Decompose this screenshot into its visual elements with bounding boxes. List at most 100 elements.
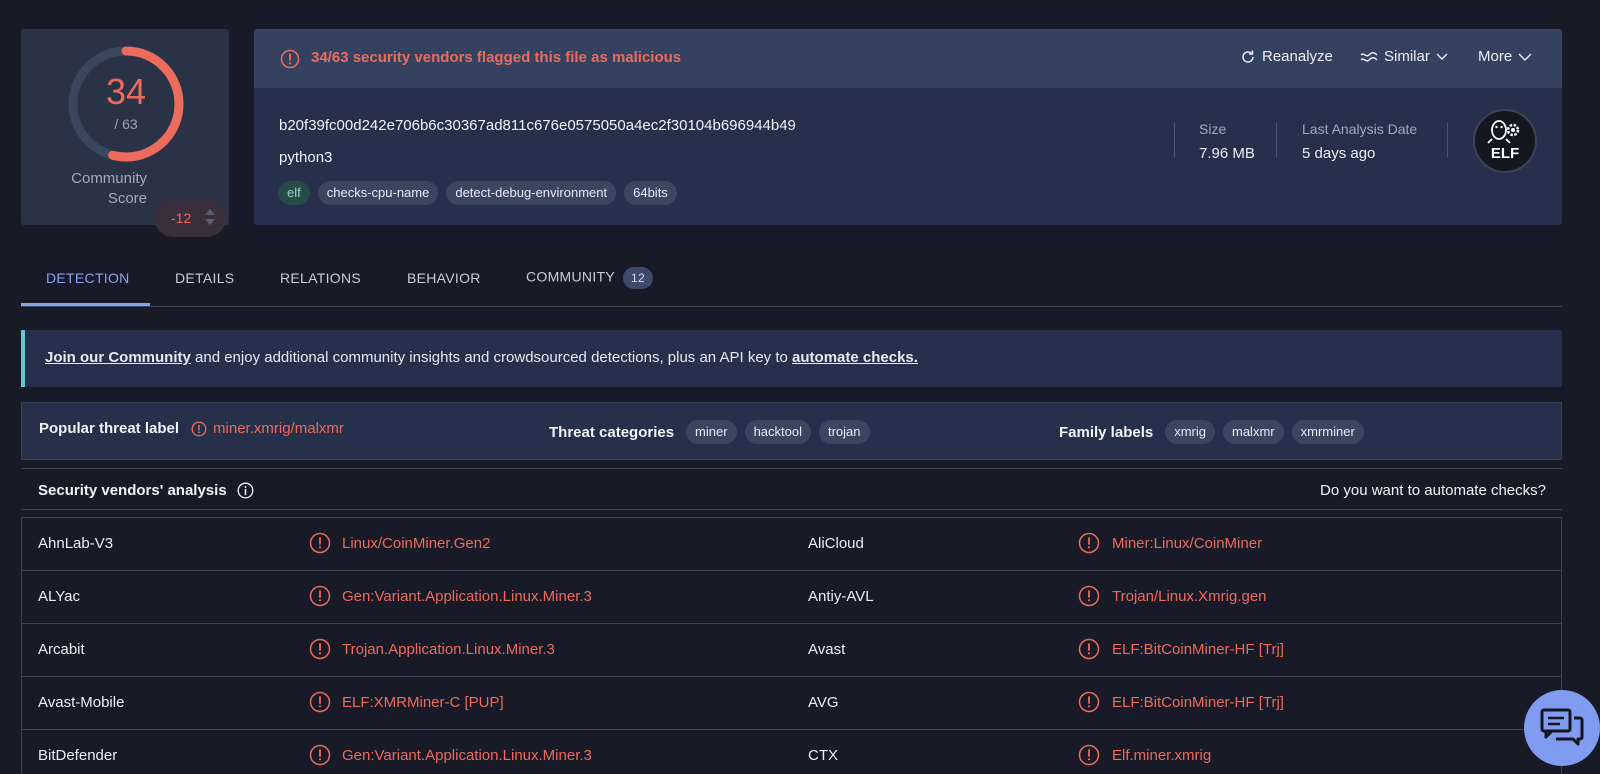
family-labels: Family labels xmrig malxmr xmrminer: [1059, 420, 1364, 444]
detection-result: Gen:Variant.Application.Linux.Miner.3: [342, 747, 592, 764]
vendor-name: AVG: [808, 694, 839, 711]
divider: [1447, 123, 1448, 157]
alert-icon: [1078, 532, 1100, 554]
linux-penguin-icon: ELF: [1487, 120, 1520, 162]
size-value: 7.96 MB: [1199, 145, 1255, 162]
last-analysis-value: 5 days ago: [1302, 145, 1376, 162]
alert-icon: [1078, 744, 1100, 766]
alert-icon: [309, 532, 331, 554]
alert-icon: [1078, 638, 1100, 660]
vendor-name: BitDefender: [38, 747, 118, 764]
alert-icon: [309, 744, 331, 766]
table-row: ALYac Gen:Variant.Application.Linux.Miner…: [22, 571, 1561, 624]
alert-icon: [1078, 585, 1100, 607]
vendor-name: Antiy-AVL: [808, 588, 874, 605]
main-tabs: DETECTION DETAILS RELATIONS BEHAVIOR COM…: [21, 253, 1562, 307]
tag-64bits[interactable]: 64bits: [624, 181, 677, 205]
vendors-analysis-header: Security vendors' analysis Do you want t…: [21, 468, 1562, 510]
info-icon[interactable]: [237, 482, 254, 499]
vendors-analysis-title: Security vendors' analysis: [38, 482, 227, 499]
family-chip[interactable]: xmrig: [1165, 420, 1215, 444]
table-row: BitDefender Gen:Variant.Application.Linux…: [22, 730, 1561, 774]
community-score-value[interactable]: -12: [154, 199, 226, 237]
alert-icon: [191, 421, 207, 436]
detection-result: Elf.miner.xmrig: [1112, 747, 1212, 764]
popular-threat-value: miner.xmrig/malxmr: [213, 420, 344, 437]
file-tags: elf checks-cpu-name detect-debug-environ…: [278, 181, 677, 205]
tab-relations[interactable]: RELATIONS: [280, 270, 361, 286]
vendor-name: AhnLab-V3: [38, 535, 114, 552]
reanalyze-button[interactable]: Reanalyze: [1240, 48, 1333, 65]
threat-summary-bar: Popular threat label miner.xmrig/malxmr …: [21, 402, 1562, 460]
alert-icon: [280, 49, 300, 69]
last-analysis-label: Last Analysis Date: [1302, 121, 1418, 137]
join-community-link[interactable]: Join our Community: [45, 349, 191, 366]
chat-bubbles-icon: [1540, 708, 1584, 746]
file-name: python3: [279, 149, 333, 166]
vendor-name: Avast: [808, 641, 846, 658]
chat-button[interactable]: [1524, 690, 1600, 766]
more-dropdown[interactable]: More: [1478, 48, 1532, 65]
alert-icon: [309, 585, 331, 607]
family-chip[interactable]: xmrminer: [1291, 420, 1364, 444]
similar-icon: [1360, 51, 1378, 62]
category-chip[interactable]: trojan: [818, 420, 870, 444]
detection-result: Trojan/Linux.Xmrig.gen: [1112, 588, 1267, 605]
automate-checks-prompt[interactable]: Do you want to automate checks?: [1320, 482, 1546, 499]
divider: [1174, 123, 1175, 157]
popular-threat-label: Popular threat label miner.xmrig/malxmr: [39, 420, 344, 437]
vendor-name: Arcabit: [38, 641, 85, 658]
table-row: Arcabit Trojan.Application.Linux.Miner.3 A…: [22, 624, 1561, 677]
detection-result: Trojan.Application.Linux.Miner.3: [342, 641, 555, 658]
tag-checks-cpu-name[interactable]: checks-cpu-name: [317, 181, 439, 205]
chevron-down-icon: [1436, 53, 1448, 60]
tab-detection[interactable]: DETECTION: [46, 270, 130, 286]
detection-result: ELF:BitCoinMiner-HF [Trj]: [1112, 641, 1284, 658]
vendor-name: AliCloud: [808, 535, 864, 552]
alert-icon: [1078, 691, 1100, 713]
tab-community[interactable]: COMMUNITY 12: [526, 267, 653, 289]
detection-result: ELF:XMRMiner-C [PUP]: [342, 694, 504, 711]
table-row: AhnLab-V3 Linux/CoinMiner.Gen2 AliCloud Min…: [22, 518, 1561, 571]
tab-behavior[interactable]: BEHAVIOR: [407, 270, 481, 286]
tab-details[interactable]: DETAILS: [175, 270, 234, 286]
active-tab-indicator: [21, 303, 150, 306]
table-row: Avast-Mobile ELF:XMRMiner-C [PUP] AVG ELF:B…: [22, 677, 1561, 730]
detection-result: Linux/CoinMiner.Gen2: [342, 535, 491, 552]
alert-icon: [309, 691, 331, 713]
detection-result: Miner:Linux/CoinMiner: [1112, 535, 1263, 552]
community-count-badge: 12: [623, 267, 653, 289]
detection-total: / 63: [114, 116, 138, 132]
category-chip[interactable]: miner: [686, 420, 737, 444]
threat-categories: Threat categories miner hacktool trojan: [549, 420, 870, 444]
size-label: Size: [1199, 121, 1227, 137]
tag-elf[interactable]: elf: [278, 181, 310, 205]
family-chip[interactable]: malxmr: [1223, 420, 1284, 444]
file-type-badge: ELF: [1473, 109, 1537, 173]
svg-text:ELF: ELF: [1491, 145, 1519, 162]
vote-down-icon[interactable]: [205, 219, 215, 225]
vendor-name: Avast-Mobile: [38, 694, 125, 711]
file-hash[interactable]: b20f39fc00d242e706b6c30367ad811c676e0575…: [279, 117, 796, 134]
category-chip[interactable]: hacktool: [744, 420, 811, 444]
vendor-name: ALYac: [38, 588, 80, 605]
divider: [1276, 123, 1277, 157]
detection-count: 34: [105, 71, 147, 112]
vote-up-icon[interactable]: [205, 209, 215, 215]
automate-checks-link[interactable]: automate checks.: [792, 349, 918, 366]
banner-text: and enjoy additional community insights …: [190, 349, 793, 366]
file-summary-card: 34/63 security vendors flagged this file…: [254, 29, 1562, 225]
community-banner: Join our Community and enjoy additional …: [21, 330, 1562, 387]
malicious-alert-text: 34/63 security vendors flagged this file…: [311, 49, 682, 66]
detection-score-card: 34 / 63 Community Score -12: [21, 29, 229, 237]
refresh-icon: [1242, 50, 1254, 63]
vendor-name: CTX: [808, 747, 838, 764]
vendor-results-table: AhnLab-V3 Linux/CoinMiner.Gen2 AliCloud Min…: [21, 517, 1562, 774]
chevron-down-icon: [1518, 53, 1532, 61]
detection-result: Gen:Variant.Application.Linux.Miner.3: [342, 588, 592, 605]
vote-stepper[interactable]: [204, 205, 216, 231]
tag-detect-debug-environment[interactable]: detect-debug-environment: [446, 181, 617, 205]
similar-dropdown[interactable]: Similar: [1360, 48, 1448, 65]
alert-icon: [309, 638, 331, 660]
community-score-label: Community Score: [71, 170, 147, 207]
